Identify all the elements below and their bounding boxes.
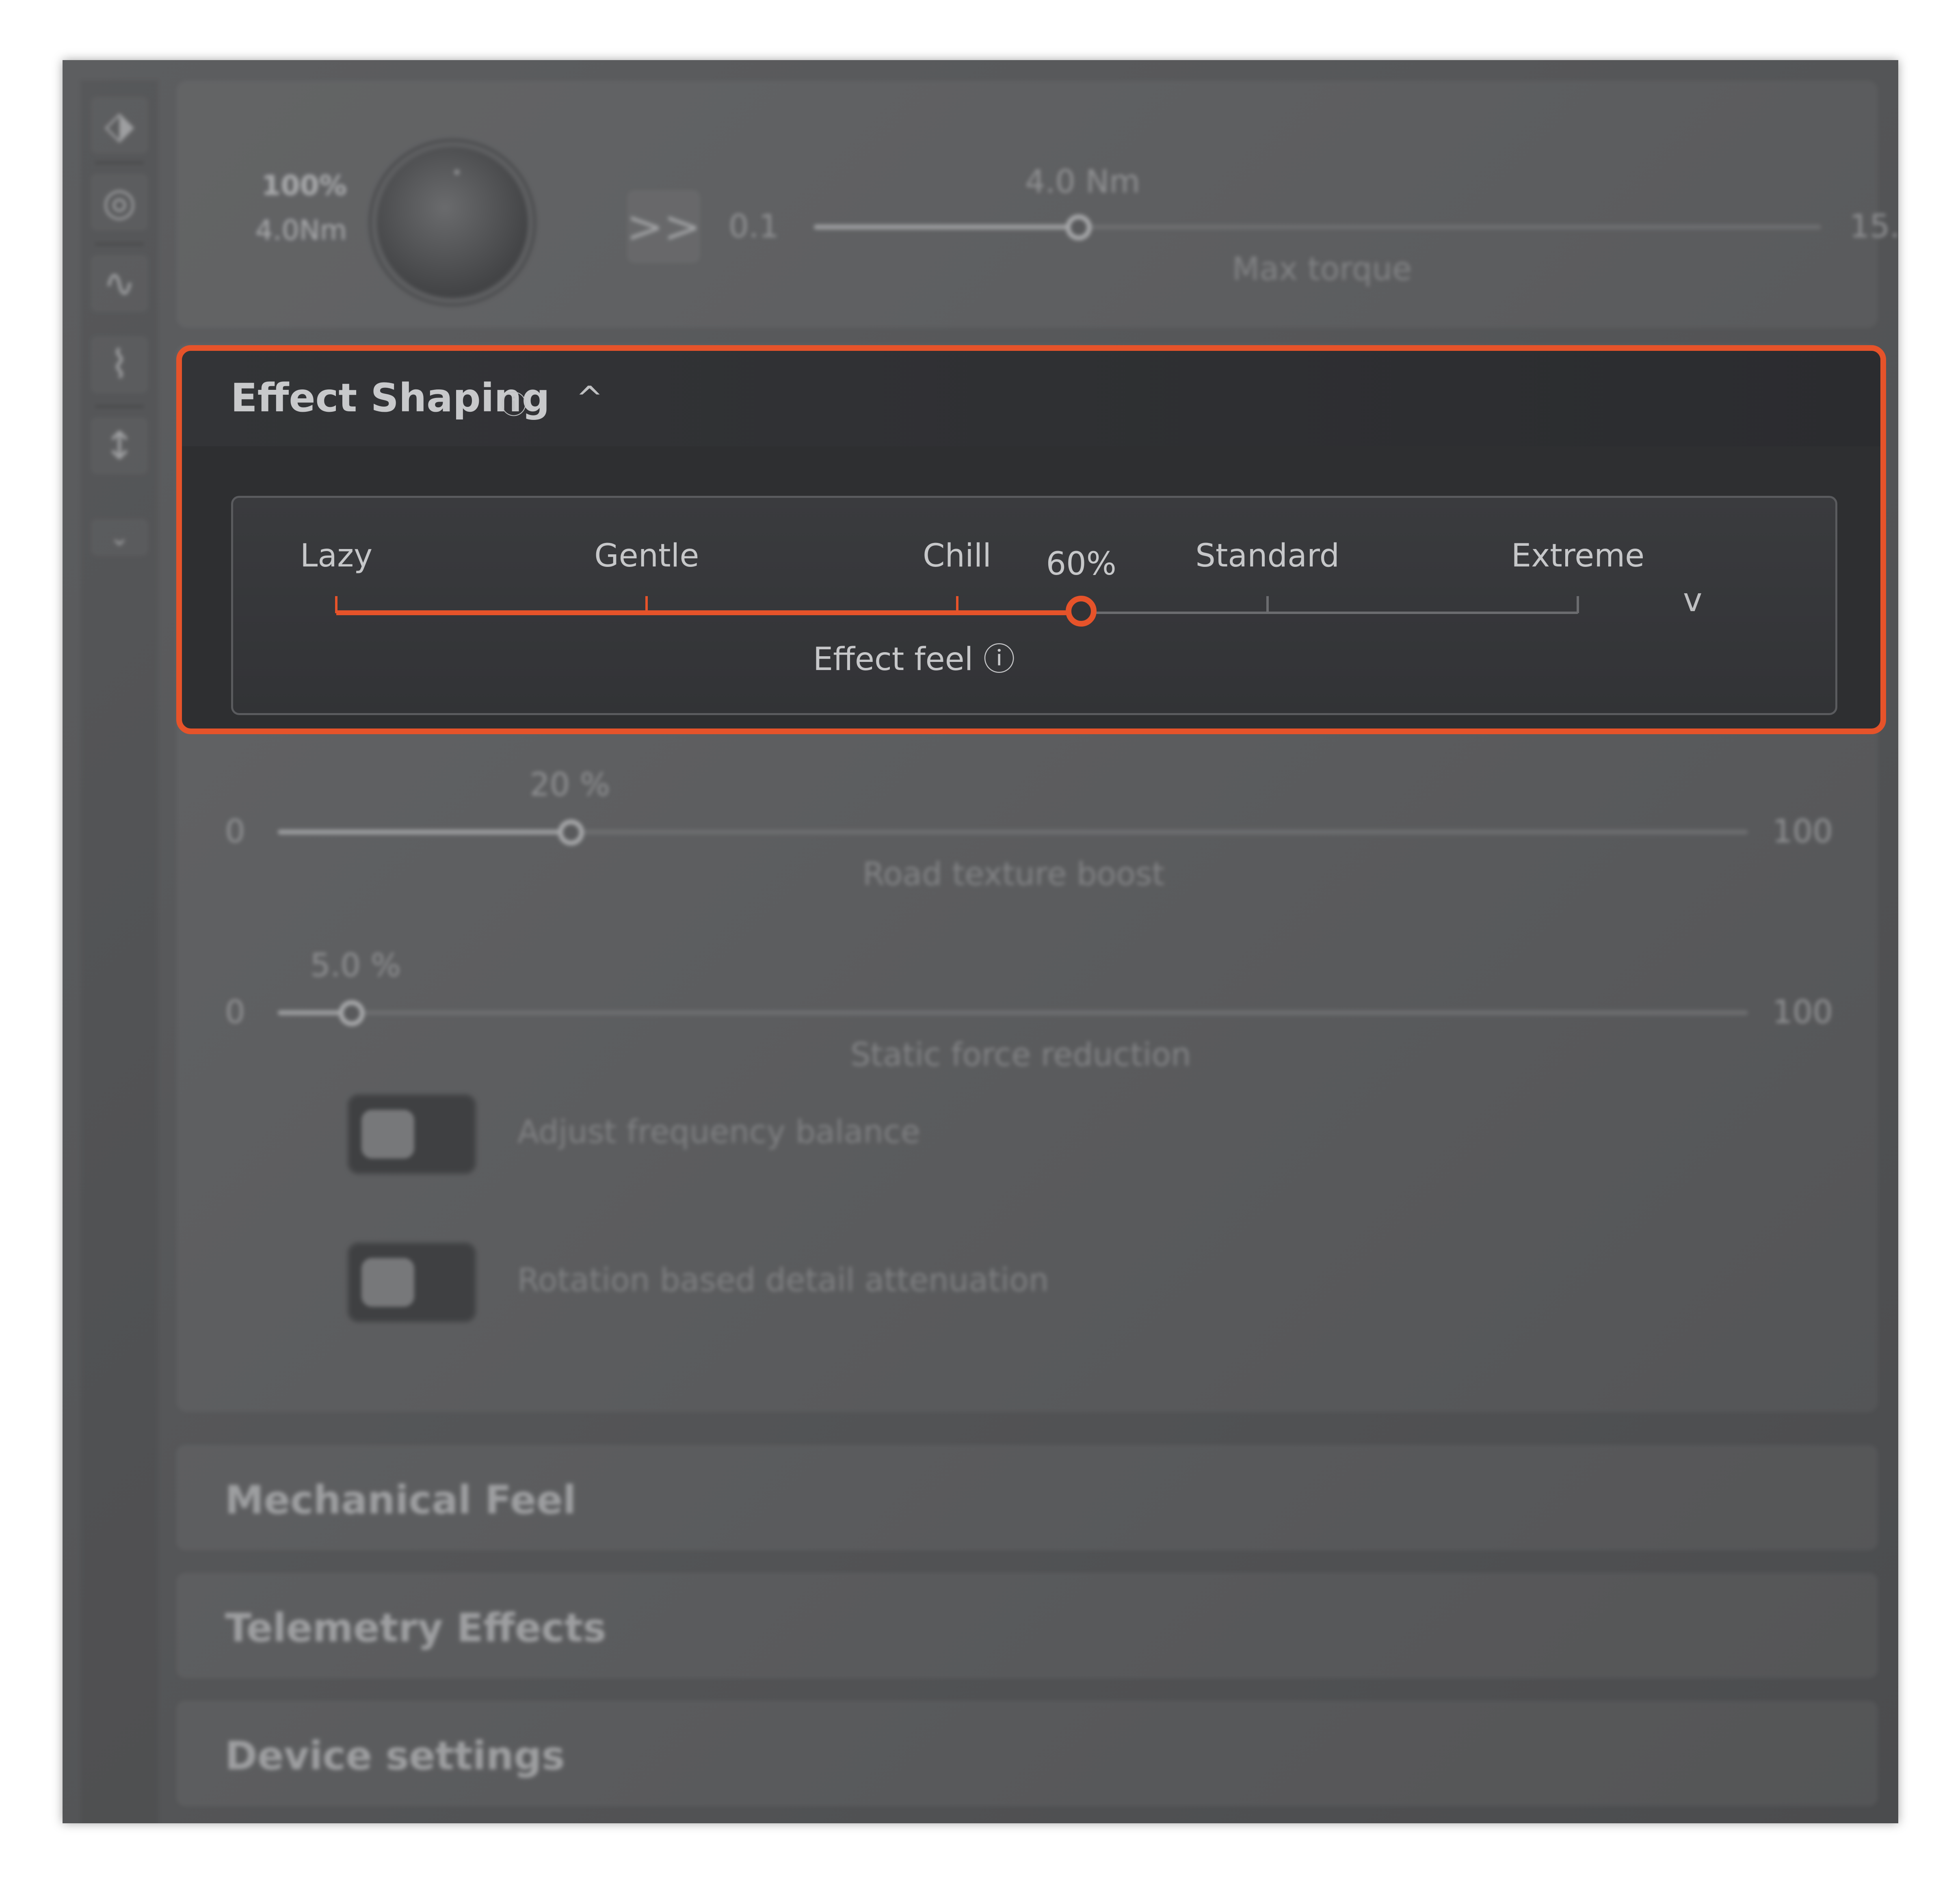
slider-fill bbox=[814, 225, 1078, 229]
road-texture-caption: Road texture boost bbox=[863, 856, 1165, 893]
slider-min: 0.1 bbox=[729, 208, 779, 245]
rail-divider bbox=[95, 243, 144, 245]
effect-feel-tick bbox=[645, 596, 648, 613]
section-telemetry-effects[interactable]: Telemetry Effects bbox=[176, 1573, 1878, 1678]
chevron-down-icon[interactable]: ⌄ bbox=[91, 519, 148, 556]
section-mechanical-feel[interactable]: Mechanical Feel bbox=[176, 1445, 1878, 1550]
effect-feel-card: Lazy Gentle Chill Standard Extreme 60% Effec… bbox=[231, 496, 1837, 715]
arrows-icon[interactable]: ↕ bbox=[91, 417, 148, 474]
section-title: Telemetry Effects bbox=[225, 1605, 606, 1651]
static-force-min: 0 bbox=[225, 994, 245, 1031]
effect-feel-fill bbox=[336, 610, 1082, 615]
static-force-max: 100 bbox=[1772, 994, 1833, 1031]
rotation-attenuation-toggle[interactable] bbox=[347, 1242, 477, 1323]
torque-nm: 4.0Nm bbox=[255, 214, 347, 246]
chevron-down-icon[interactable]: v bbox=[1683, 581, 1702, 619]
section-title: Mechanical Feel bbox=[225, 1477, 576, 1523]
effect-shaping-header[interactable]: Effect Shaping ⓘ ^ bbox=[182, 351, 1880, 446]
static-force-track[interactable] bbox=[278, 1010, 1748, 1015]
section-title: Device settings bbox=[225, 1733, 565, 1779]
left-rail: ⬗ ◎ ∿ ⌇ ↕ ⌄ bbox=[81, 80, 158, 1823]
frequency-balance-label: Adjust frequency balance bbox=[517, 1114, 920, 1150]
effect-feel-tick bbox=[335, 596, 337, 613]
pulse-icon[interactable]: ⌇ bbox=[91, 336, 148, 393]
preset-label-lazy[interactable]: Lazy bbox=[300, 538, 372, 574]
info-icon[interactable]: ⓘ bbox=[501, 384, 527, 422]
max-torque-label: Max torque bbox=[1232, 251, 1412, 288]
app-window: ⬗ ◎ ∿ ⌇ ↕ ⌄ 100% 4.0Nm >> 0.1 4.0 Nm 15.… bbox=[63, 60, 1898, 1823]
road-texture-max: 100 bbox=[1772, 813, 1833, 850]
rail-divider bbox=[95, 162, 144, 164]
preset-label-extreme[interactable]: Extreme bbox=[1511, 538, 1644, 574]
static-force-thumb[interactable] bbox=[339, 1000, 365, 1026]
effect-feel-value: 60% bbox=[1046, 546, 1116, 582]
static-force-caption: Static force reduction bbox=[850, 1037, 1191, 1073]
torque-knob[interactable] bbox=[371, 141, 534, 304]
effect-feel-caption: Effect feel ⓘ bbox=[233, 634, 1595, 679]
wheel-icon[interactable]: ◎ bbox=[91, 174, 148, 231]
effect-feel-tick bbox=[956, 596, 958, 613]
preset-label-standard[interactable]: Standard bbox=[1195, 538, 1339, 574]
road-texture-value: 20 % bbox=[530, 767, 610, 803]
info-icon[interactable]: ⓘ bbox=[983, 641, 1015, 678]
skip-forward-button[interactable]: >> bbox=[626, 190, 701, 263]
wheel-home-icon[interactable]: ⬗ bbox=[91, 97, 148, 153]
slider-thumb[interactable] bbox=[1066, 214, 1092, 240]
preset-label-gentle[interactable]: Gentle bbox=[594, 538, 699, 574]
chevron-up-icon[interactable]: ^ bbox=[576, 379, 603, 417]
rail-divider bbox=[95, 405, 144, 408]
road-texture-min: 0 bbox=[225, 813, 245, 850]
effect-feel-label: Effect feel bbox=[813, 641, 974, 678]
effect-feel-thumb[interactable] bbox=[1066, 596, 1097, 627]
slider-max: 15.0 bbox=[1850, 208, 1898, 245]
toggle-knob bbox=[361, 1110, 414, 1159]
rotation-attenuation-label: Rotation based detail attenuation bbox=[517, 1262, 1049, 1299]
slider-value: 4.0 Nm bbox=[1025, 164, 1140, 200]
double-chevron-right-icon: >> bbox=[626, 201, 701, 253]
waveform-icon[interactable]: ∿ bbox=[91, 255, 148, 312]
effect-feel-tick bbox=[1266, 596, 1269, 613]
road-texture-fill bbox=[278, 830, 570, 834]
road-texture-thumb[interactable] bbox=[558, 819, 584, 845]
toggle-knob bbox=[361, 1258, 414, 1307]
torque-percent: 100% bbox=[261, 170, 347, 202]
preset-label-chill[interactable]: Chill bbox=[923, 538, 991, 574]
frequency-balance-toggle[interactable] bbox=[347, 1094, 477, 1175]
effect-shaping-section: Effect Shaping ⓘ ^ Lazy Gentle Chill Standa… bbox=[176, 345, 1886, 734]
knob-indicator bbox=[454, 169, 460, 175]
static-force-value: 5.0 % bbox=[310, 947, 401, 984]
torque-panel: 100% 4.0Nm >> 0.1 4.0 Nm 15.0 Max torque bbox=[176, 80, 1898, 328]
effect-feel-tick bbox=[1577, 596, 1579, 613]
section-device-settings[interactable]: Device settings bbox=[176, 1701, 1878, 1806]
